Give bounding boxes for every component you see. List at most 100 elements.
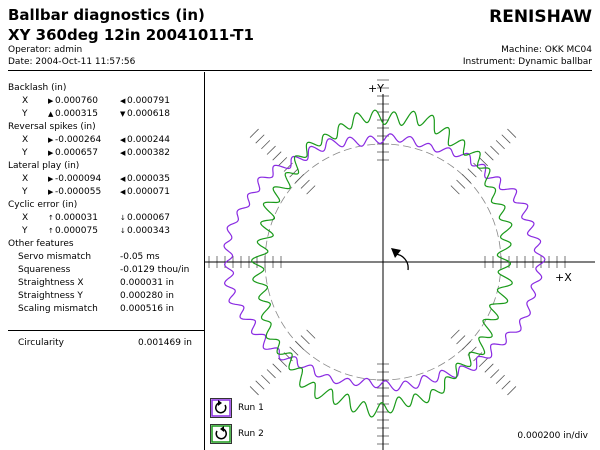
run2-trace [251, 109, 513, 418]
straightness-x-value: 0.000031 in [120, 278, 175, 288]
report-title: Ballbar diagnostics (in) [8, 6, 205, 24]
diagnostics-panel: Backlash (in) X ▶ 0.000760 ◀ 0.000791 Y ▲ 0… [8, 82, 204, 316]
cyclic-error-heading: Cyclic error (in) [8, 200, 78, 210]
grid-tick [501, 380, 511, 390]
backlash-y-value2: 0.000618 [127, 109, 170, 119]
lateral-play-x-value2: 0.000035 [127, 174, 170, 184]
counterclockwise-arrow-icon [211, 425, 231, 443]
instrument-text: Instrument: Dynamic ballbar [462, 57, 592, 67]
scale-text: 0.000200 in/div [517, 431, 588, 441]
renishaw-logo: RENISHAW [489, 7, 592, 27]
axis-label: X [22, 96, 29, 106]
servo-mismatch-label: Servo mismatch [18, 252, 92, 262]
servo-mismatch-row: Servo mismatch -0.05 ms [8, 251, 204, 264]
grid-tick [484, 363, 494, 373]
squareness-label: Squareness [18, 265, 71, 275]
straightness-x-label: Straightness X [18, 278, 84, 288]
legend-run2[interactable]: Run 2 [210, 424, 310, 446]
reversal-spikes-x-value1: -0.000264 [55, 135, 102, 145]
cyclic-error-y-value2: 0.000343 [127, 226, 170, 236]
backlash-x-value2: 0.000791 [127, 96, 170, 106]
circularity-divider [8, 330, 204, 331]
right-arrow-icon: ▶ [48, 175, 54, 183]
grid-tick [501, 134, 511, 144]
circularity-value: 0.001469 in [138, 338, 193, 348]
grid-tick [266, 145, 276, 155]
clockwise-arrow-icon [211, 399, 231, 417]
cyclic-error-x-row: X ↑0.000031 ↓0.000067 [8, 212, 204, 225]
grid-tick [261, 140, 271, 150]
grid-tick [456, 179, 466, 189]
header-divider [8, 70, 592, 71]
grid-tick [261, 374, 271, 384]
cyclic-error-y-row: Y ↑0.000075 ↓0.000343 [8, 225, 204, 238]
reversal-spikes-y-value2: 0.000382 [127, 148, 170, 158]
grid-tick [490, 369, 500, 379]
grid-tick [461, 340, 471, 350]
lateral-play-y-value1: -0.000055 [55, 187, 102, 197]
scaling-mismatch-row: Scaling mismatch 0.000516 in [8, 303, 204, 316]
grid-tick [490, 145, 500, 155]
grid-tick [306, 329, 316, 339]
grid-tick [249, 386, 259, 396]
straightness-y-value: 0.000280 in [120, 291, 175, 301]
reversal-spikes-heading: Reversal spikes (in) [8, 122, 96, 132]
reversal-spikes-x-row: X ▶ -0.000264 ◀ 0.000244 [8, 134, 204, 147]
cyclic-error-x-value1: 0.000031 [55, 213, 98, 223]
run2-swatch [210, 424, 232, 444]
axis-label: X [22, 213, 29, 223]
lateral-play-heading: Lateral play (in) [8, 161, 80, 171]
backlash-heading: Backlash (in) [8, 83, 67, 93]
squareness-row: Squareness -0.0129 thou/in [8, 264, 204, 277]
run1-swatch [210, 398, 232, 418]
cyclic-error-x-value2: 0.000067 [127, 213, 170, 223]
right-arrow-icon: ▶ [48, 188, 54, 196]
circularity-row: Circularity 0.001469 in [8, 337, 204, 350]
left-arrow-icon: ◀ [120, 188, 126, 196]
backlash-y-row: Y ▲ 0.000315 ▼ 0.000618 [8, 108, 204, 121]
direction-arrow-icon [391, 248, 401, 258]
grid-tick [450, 329, 460, 339]
scaling-mismatch-label: Scaling mismatch [18, 304, 98, 314]
machine-text: Machine: OKK MC04 [501, 45, 592, 55]
axis-label: X [22, 174, 29, 184]
test-name: XY 360deg 12in 20041011-T1 [8, 26, 254, 44]
legend-run1[interactable]: Run 1 [210, 398, 310, 420]
grid-tick [289, 346, 299, 356]
grid-tick [467, 168, 477, 178]
grid-tick [255, 134, 265, 144]
ballbar-polar-plot: +Y +X [205, 79, 595, 450]
operator-text: Operator: admin [8, 45, 83, 55]
grid-tick [450, 185, 460, 195]
lateral-play-x-value1: -0.000094 [55, 174, 102, 184]
right-arrow-icon: ▶ [48, 97, 54, 105]
y-axis-label: +Y [368, 82, 384, 95]
right-arrow-icon: ▶ [48, 149, 54, 157]
axis-label: Y [22, 148, 28, 158]
up-arrow-icon: ↑ [48, 214, 54, 222]
backlash-x-value1: 0.000760 [55, 96, 98, 106]
grid-tick [295, 174, 305, 184]
grid-tick [456, 335, 466, 345]
down-arrow-icon: ↓ [120, 214, 126, 222]
grid-tick [495, 140, 505, 150]
run2-label: Run 2 [238, 429, 264, 439]
left-arrow-icon: ◀ [120, 97, 126, 105]
up-arrow-icon: ▲ [48, 110, 54, 118]
axis-label: X [22, 135, 29, 145]
axis-label: Y [22, 226, 28, 236]
grid-tick [255, 380, 265, 390]
reversal-spikes-y-value1: 0.000657 [55, 148, 98, 158]
grid-tick [249, 128, 259, 138]
grid-tick [300, 335, 310, 345]
scaling-mismatch-value: 0.000516 in [120, 304, 175, 314]
grid-tick [295, 340, 305, 350]
left-arrow-icon: ◀ [120, 136, 126, 144]
axis-label: Y [22, 187, 28, 197]
straightness-x-row: Straightness X 0.000031 in [8, 277, 204, 290]
grid-tick [272, 151, 282, 161]
lateral-play-x-row: X ▶ -0.000094 ◀ 0.000035 [8, 173, 204, 186]
x-axis-label: +X [555, 271, 572, 284]
cyclic-error-y-value1: 0.000075 [55, 226, 98, 236]
servo-mismatch-value: -0.05 ms [120, 252, 160, 262]
